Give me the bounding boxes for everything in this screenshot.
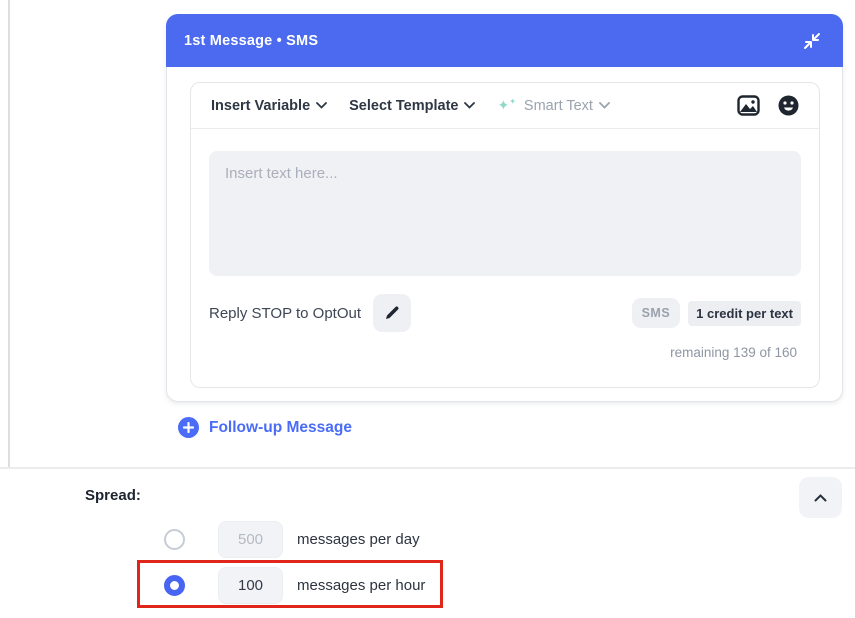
messages-per-day-input[interactable] (218, 520, 283, 558)
insert-variable-label: Insert Variable (211, 97, 311, 114)
sms-composer-page: 1st Message • SMS Insert Variable Select (0, 0, 855, 618)
first-message-card: 1st Message • SMS Insert Variable Select (166, 14, 843, 402)
chevron-up-icon (814, 493, 827, 501)
character-count-remaining: remaining 139 of 160 (670, 345, 797, 360)
followup-message-label: Follow-up Message (209, 418, 352, 436)
chevron-down-icon (464, 102, 476, 109)
spread-option-per-hour: messages per hour (137, 563, 457, 607)
smart-text-label: Smart Text (523, 97, 593, 114)
image-icon (737, 95, 760, 116)
chevron-down-icon (599, 102, 610, 109)
optout-row: Reply STOP to OptOut SMS 1 credit per te… (209, 293, 801, 333)
collapse-arrows-icon (804, 32, 820, 49)
pencil-icon (386, 306, 399, 319)
smart-text-dropdown[interactable]: ✦✦ Smart Text (497, 97, 610, 114)
messages-per-hour-input[interactable] (218, 566, 283, 604)
left-border-line (8, 0, 10, 468)
credit-cost-badge: 1 credit per text (688, 300, 801, 326)
message-card-title: 1st Message • SMS (184, 32, 319, 49)
insert-image-button[interactable] (737, 95, 760, 116)
optout-label: Reply STOP to OptOut (209, 304, 362, 322)
message-card-header: 1st Message • SMS (166, 14, 843, 67)
message-text-input[interactable] (209, 151, 801, 276)
spread-option-per-day: messages per day (137, 517, 457, 561)
radio-messages-per-hour[interactable] (164, 574, 185, 596)
plus-circle-icon (178, 417, 199, 438)
collapse-section-button[interactable] (799, 477, 842, 518)
section-divider (0, 467, 855, 469)
select-template-dropdown[interactable]: Select Template (349, 97, 476, 114)
emoji-icon (778, 95, 799, 116)
sparkle-icon: ✦✦ (497, 97, 516, 113)
edit-optout-button[interactable] (373, 294, 412, 332)
insert-variable-dropdown[interactable]: Insert Variable (211, 97, 328, 114)
composer-toolbar: Insert Variable Select Template ✦✦ Smart… (191, 83, 819, 129)
sms-type-badge: SMS (631, 298, 681, 328)
add-followup-message-button[interactable]: Follow-up Message (178, 417, 352, 438)
messages-per-hour-label: messages per hour (297, 576, 426, 594)
messages-per-day-label: messages per day (297, 530, 420, 548)
chevron-down-icon (316, 102, 328, 109)
select-template-label: Select Template (349, 97, 459, 114)
spread-label: Spread: (85, 487, 141, 504)
composer-panel: Insert Variable Select Template ✦✦ Smart… (190, 82, 820, 388)
insert-emoji-button[interactable] (778, 95, 799, 116)
radio-messages-per-day[interactable] (164, 528, 185, 550)
collapse-card-button[interactable] (801, 30, 823, 52)
